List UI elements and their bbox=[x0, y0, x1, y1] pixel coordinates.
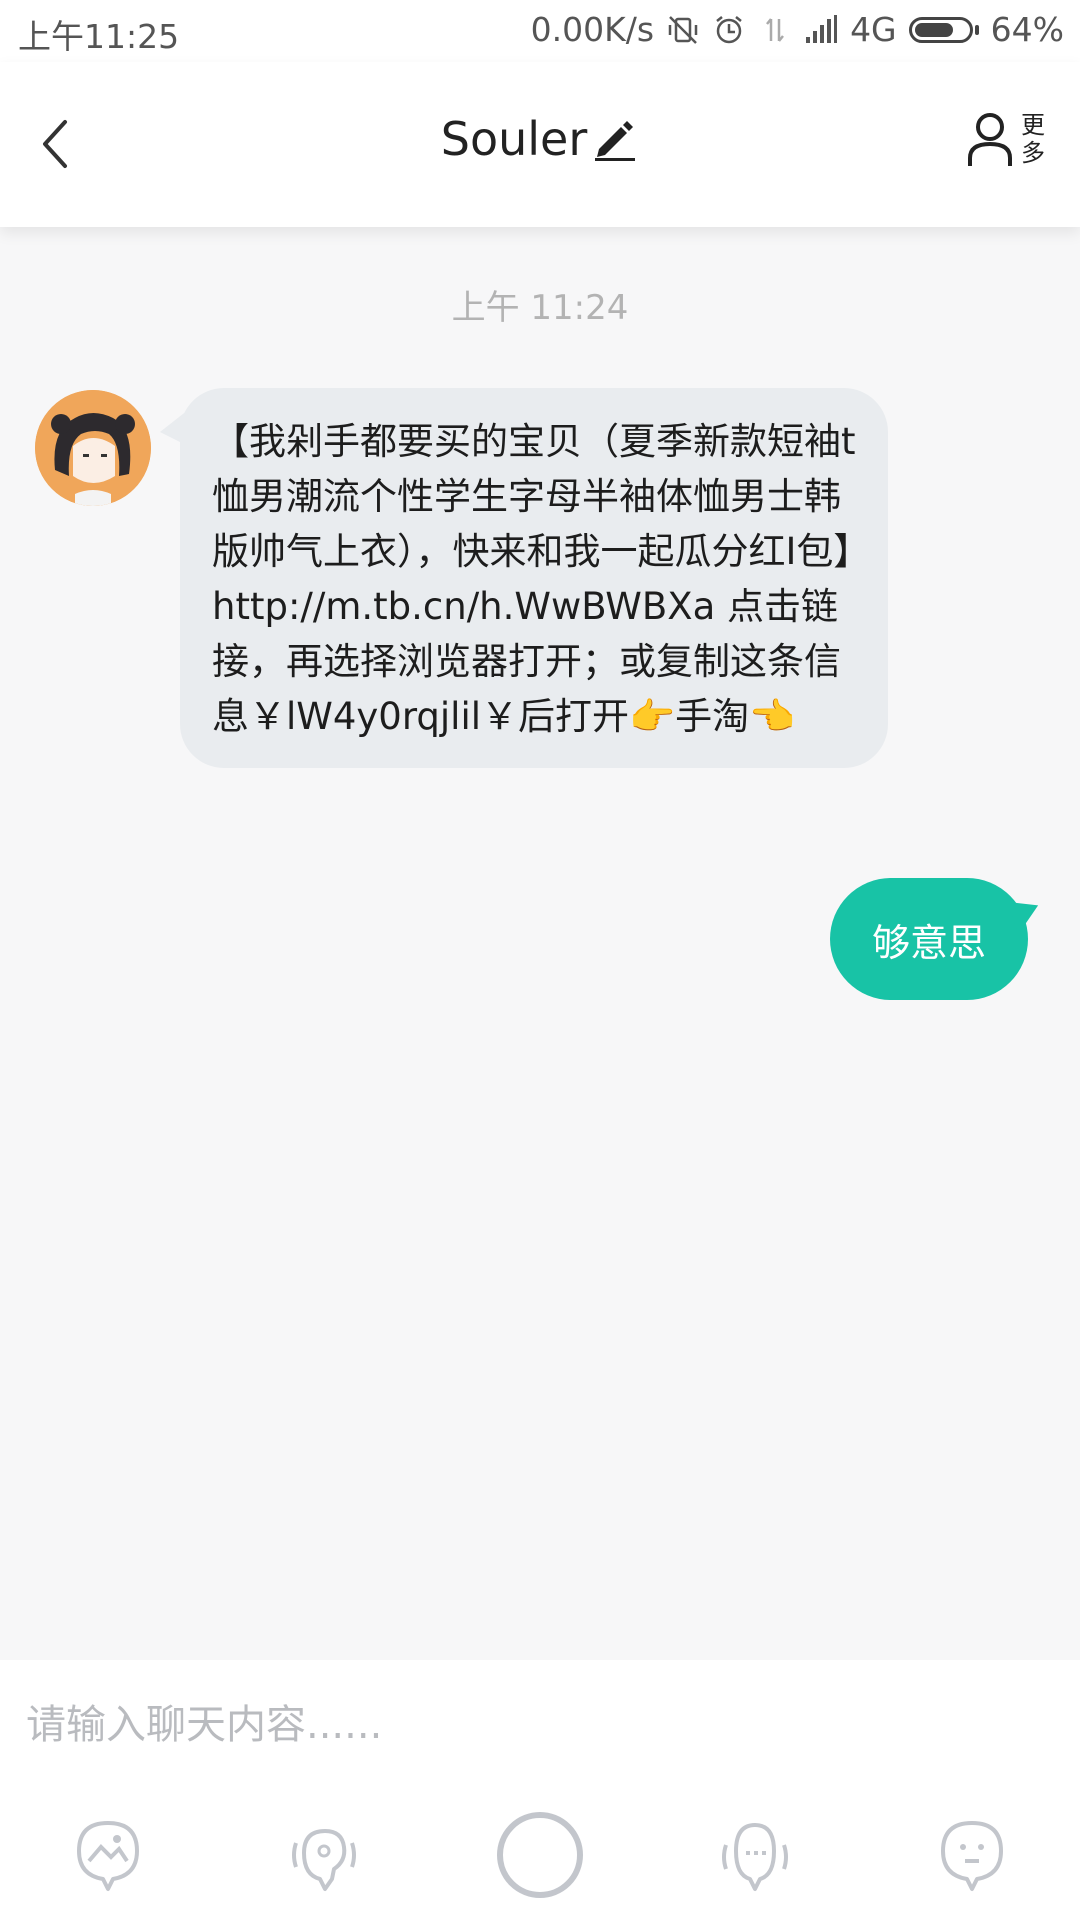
title-group[interactable]: Souler bbox=[0, 112, 1080, 166]
emoji-face-icon[interactable] bbox=[917, 1800, 1027, 1910]
alarm-icon bbox=[712, 13, 746, 47]
message-text: 够意思 bbox=[871, 920, 986, 965]
more-button[interactable]: 更 多 bbox=[966, 110, 1046, 168]
message-text: 【我剁手都要买的宝贝（夏季新款短袖t恤男潮流个性学生字母半袖体恤男士韩版帅气上衣… bbox=[212, 420, 856, 738]
image-icon[interactable] bbox=[53, 1800, 163, 1910]
vibrate-off-icon bbox=[666, 13, 700, 47]
mic-face-icon[interactable] bbox=[700, 1800, 810, 1910]
network-type: 4G bbox=[850, 10, 897, 49]
chat-input[interactable] bbox=[24, 1694, 1058, 1756]
chat-header: Souler 更 多 bbox=[0, 62, 1080, 227]
input-toolbar bbox=[0, 1800, 1080, 1910]
status-time: 上午11:25 bbox=[18, 17, 180, 56]
avatar[interactable] bbox=[35, 390, 151, 506]
message-bubble-sent[interactable]: 够意思 bbox=[830, 878, 1045, 1000]
page-title: Souler bbox=[440, 112, 588, 166]
voice-icon[interactable] bbox=[270, 1800, 380, 1910]
status-right: 0.00K/s 4G 64% bbox=[531, 10, 1064, 49]
status-bar: 上午11:25 0.00K/s 4G 64% bbox=[0, 0, 1080, 62]
battery-icon bbox=[908, 16, 979, 43]
signal-icon bbox=[804, 13, 838, 47]
more-label: 更 多 bbox=[1021, 111, 1045, 167]
person-icon bbox=[968, 113, 1012, 166]
chat-timestamp: 上午 11:24 bbox=[451, 288, 629, 328]
data-transfer-icon bbox=[758, 13, 792, 47]
battery-percent: 64% bbox=[990, 10, 1064, 49]
network-speed: 0.00K/s bbox=[530, 10, 655, 49]
record-circle-icon[interactable] bbox=[485, 1800, 595, 1910]
input-area bbox=[0, 1660, 1080, 1920]
edit-pencil-icon[interactable] bbox=[591, 115, 639, 163]
message-bubble-received[interactable]: 【我剁手都要买的宝贝（夏季新款短袖t恤男潮流个性学生字母半袖体恤男士韩版帅气上衣… bbox=[160, 388, 888, 768]
